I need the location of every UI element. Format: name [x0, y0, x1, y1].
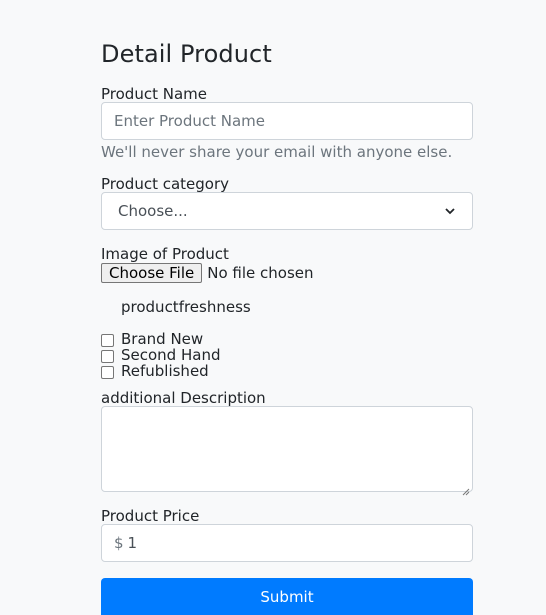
- currency-symbol: $: [114, 534, 124, 552]
- product-freshness-label: productfreshness: [121, 298, 251, 316]
- submit-button[interactable]: Submit: [101, 578, 473, 615]
- product-name-label: Product Name: [101, 85, 207, 103]
- refublished-checkbox[interactable]: [101, 366, 114, 379]
- freshness-option-brand-new[interactable]: Brand New: [101, 330, 203, 348]
- freshness-option-second-hand[interactable]: Second Hand: [101, 346, 220, 364]
- file-status-text: No file chosen: [207, 264, 314, 282]
- product-name-help-text: We'll never share your email with anyone…: [101, 143, 453, 161]
- product-category-selected-value: Choose...: [118, 202, 188, 220]
- page-title: Detail Product: [101, 40, 272, 68]
- product-price-input[interactable]: $ 1: [101, 524, 473, 562]
- second-hand-checkbox[interactable]: [101, 350, 114, 363]
- freshness-option-refublished[interactable]: Refublished: [101, 362, 209, 380]
- brand-new-checkbox[interactable]: [101, 334, 114, 347]
- product-category-select[interactable]: Choose...: [101, 192, 473, 230]
- product-category-label: Product category: [101, 175, 230, 193]
- product-price-value: 1: [127, 534, 138, 552]
- image-file-input[interactable]: Choose File No file chosen: [101, 263, 314, 283]
- refublished-label: Refublished: [121, 362, 209, 380]
- image-of-product-label: Image of Product: [101, 245, 229, 263]
- product-name-input[interactable]: [101, 102, 473, 140]
- resize-handle-icon[interactable]: [462, 481, 470, 496]
- additional-description-label: additional Description: [101, 389, 266, 407]
- product-price-label: Product Price: [101, 507, 200, 525]
- chevron-down-icon: [444, 205, 456, 217]
- choose-file-button[interactable]: Choose File: [101, 263, 203, 283]
- additional-description-textarea[interactable]: [101, 406, 473, 496]
